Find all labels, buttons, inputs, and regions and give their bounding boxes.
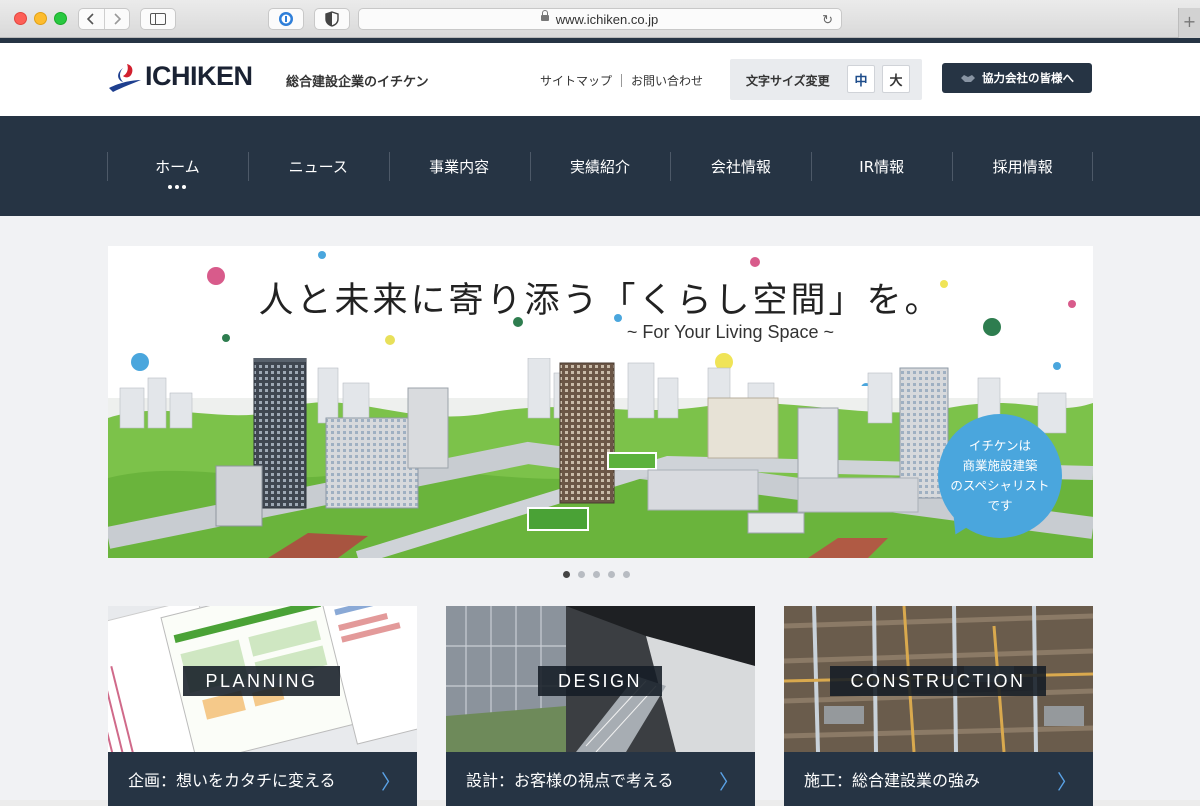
callout-line: イチケンは xyxy=(968,438,1032,453)
site-header: ICHIKEN 総合建設企業のイチケン サイトマップ お問い合わせ 文字サイズ変… xyxy=(0,43,1200,116)
address-bar[interactable]: www.ichiken.co.jp ↻ xyxy=(358,8,842,30)
browser-toolbar: www.ichiken.co.jp ↻ + xyxy=(0,0,1200,38)
slider-dot[interactable] xyxy=(593,571,600,578)
close-window-icon[interactable] xyxy=(14,12,27,25)
handshake-icon xyxy=(961,75,975,82)
hero-subtitle: ~ For Your Living Space ~ xyxy=(626,322,835,342)
chevron-right-icon: 〉 xyxy=(1057,770,1077,794)
back-button[interactable] xyxy=(79,9,104,29)
nav-item-news[interactable]: ニュース xyxy=(247,116,389,216)
main-content: 人と未来に寄り添う「くらし空間」を。 ~ For Your Living Spa… xyxy=(0,216,1200,806)
slider-dot[interactable] xyxy=(578,571,585,578)
service-card-design[interactable]: DESIGN 設計：お客様の視点で考える 〉 xyxy=(446,606,755,806)
nav-item-label: ニュース xyxy=(288,157,348,176)
card-caption: 施工：総合建設業の強み xyxy=(784,752,1093,806)
nav-item-home[interactable]: ホーム xyxy=(107,116,248,216)
callout-line: です xyxy=(987,498,1013,513)
logo-wordmark: ICHIKEN xyxy=(145,60,253,91)
partners-button-label: 協力会社の皆様へ xyxy=(982,71,1074,85)
sidebar-icon xyxy=(150,13,166,25)
nav-item-recruit[interactable]: 採用情報 xyxy=(952,116,1093,216)
chevron-right-icon xyxy=(114,13,121,25)
card-tag: DESIGN xyxy=(538,666,662,696)
nav-item-label: 実績紹介 xyxy=(570,157,631,176)
slider-pagination xyxy=(563,571,630,578)
nav-item-label: IR情報 xyxy=(859,157,905,176)
company-tagline: 総合建設企業のイチケン xyxy=(286,75,429,90)
chevron-left-icon xyxy=(87,13,95,25)
chevron-right-icon: 〉 xyxy=(719,770,739,794)
utility-links: サイトマップ お問い合わせ xyxy=(540,72,703,89)
lock-icon xyxy=(541,10,549,21)
callout-line: のスペシャリスト xyxy=(950,478,1050,493)
nav-item-business[interactable]: 事業内容 xyxy=(388,116,530,216)
site-logo[interactable]: ICHIKEN xyxy=(107,58,253,94)
nav-list: ホーム ニュース 事業内容 実績紹介 会社情報 IR情報 採用情報 xyxy=(107,116,1093,216)
nav-item-label: ホーム xyxy=(155,157,200,176)
service-card-construction[interactable]: CONSTRUCTION 施工：総合建設業の強み 〉 xyxy=(784,606,1093,806)
nav-item-works[interactable]: 実績紹介 xyxy=(529,116,671,216)
hero-title: 人と未来に寄り添う「くらし空間」を。 xyxy=(258,281,943,321)
reload-icon[interactable]: ↻ xyxy=(822,12,833,28)
history-nav xyxy=(78,8,130,30)
card-tag: PLANNING xyxy=(183,666,340,696)
password-manager-icon xyxy=(279,12,293,26)
nav-item-label: 採用情報 xyxy=(992,157,1053,176)
new-tab-button[interactable]: + xyxy=(1178,8,1200,38)
hero-callout-bubble: イチケンは 商業施設建築 のスペシャリスト です xyxy=(938,414,1062,538)
nav-item-label: 会社情報 xyxy=(710,157,771,176)
password-extension-button[interactable] xyxy=(268,8,304,30)
partners-button[interactable]: 協力会社の皆様へ xyxy=(942,63,1092,93)
font-size-medium-button[interactable]: 中 xyxy=(847,65,875,93)
font-size-large-button[interactable]: 大 xyxy=(882,65,910,93)
nav-item-label: 事業内容 xyxy=(429,157,490,176)
callout-line: 商業施設建築 xyxy=(962,458,1038,473)
shield-icon xyxy=(325,11,339,27)
zoom-window-icon[interactable] xyxy=(54,12,67,25)
divider xyxy=(621,74,623,87)
hero-slide[interactable]: 人と未来に寄り添う「くらし空間」を。 ~ For Your Living Spa… xyxy=(108,246,1093,558)
service-card-planning[interactable]: PLANNING 企画：想いをカタチに変える 〉 xyxy=(108,606,417,806)
global-nav: ホーム ニュース 事業内容 実績紹介 会社情報 IR情報 採用情報 xyxy=(0,116,1200,216)
nav-item-company[interactable]: 会社情報 xyxy=(670,116,811,216)
contact-link[interactable]: お問い合わせ xyxy=(631,72,703,89)
forward-button[interactable] xyxy=(103,9,129,29)
sitemap-link[interactable]: サイトマップ xyxy=(540,72,612,89)
chevron-right-icon: 〉 xyxy=(381,770,401,794)
nav-item-ir[interactable]: IR情報 xyxy=(811,116,952,216)
card-caption: 設計：お客様の視点で考える xyxy=(446,752,755,806)
slider-dot[interactable] xyxy=(623,571,630,578)
font-size-switcher: 文字サイズ変更 中 大 xyxy=(730,59,922,100)
font-size-label: 文字サイズ変更 xyxy=(746,74,830,88)
url-text: www.ichiken.co.jp xyxy=(555,11,659,27)
card-caption: 企画：想いをカタチに変える xyxy=(108,752,417,806)
ichiken-swoosh-icon xyxy=(109,64,141,92)
active-indicator xyxy=(168,185,187,189)
minimize-window-icon[interactable] xyxy=(34,12,47,25)
slider-dot[interactable] xyxy=(608,571,615,578)
card-tag: CONSTRUCTION xyxy=(830,666,1046,696)
sidebar-toggle-button[interactable] xyxy=(140,8,176,30)
privacy-extension-button[interactable] xyxy=(314,8,350,30)
slider-dot[interactable] xyxy=(563,571,570,578)
